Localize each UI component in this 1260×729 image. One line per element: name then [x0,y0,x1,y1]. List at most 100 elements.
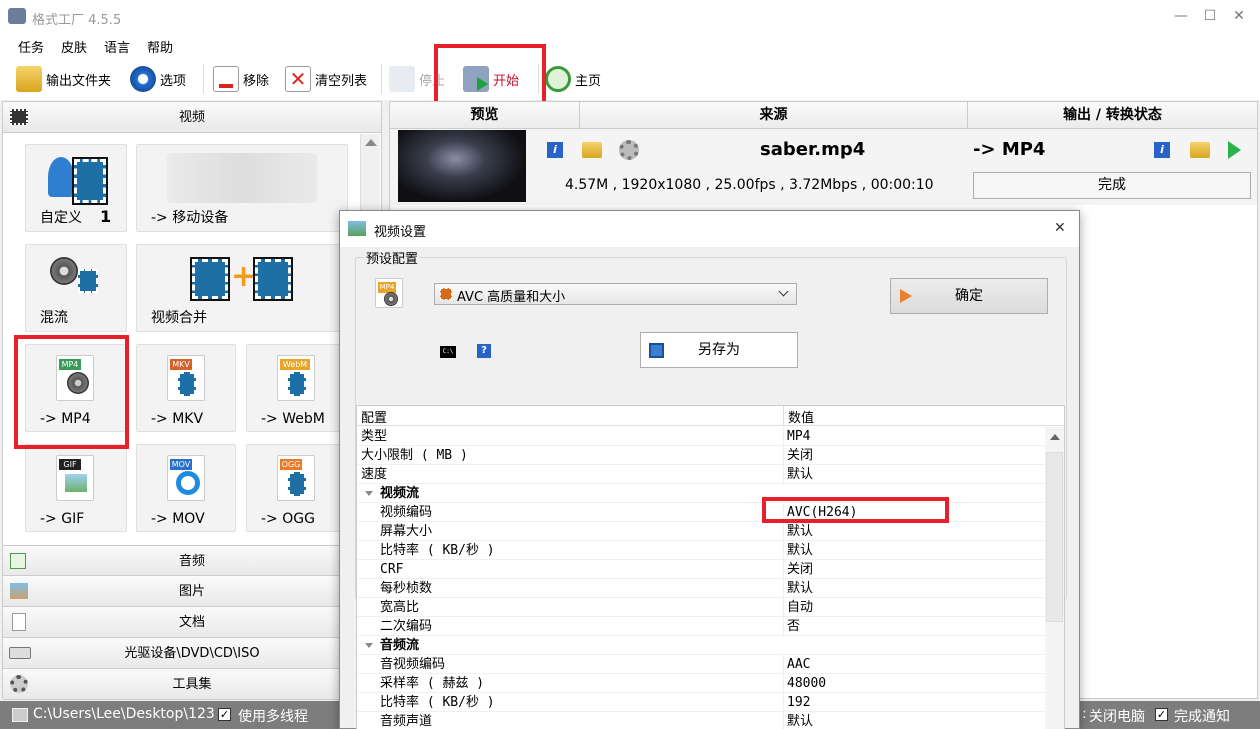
tools-category-header[interactable]: 工具集 [3,669,381,700]
dialog-picture-icon [348,221,366,236]
output-info-icon[interactable]: i [1154,142,1170,158]
audio-category-header[interactable]: 音频 [3,545,381,576]
image-category-header[interactable]: 图片 [3,576,381,607]
settings-row[interactable]: 屏幕大小 默认 [357,522,1045,541]
column-source[interactable]: 来源 [580,102,968,129]
home-button[interactable]: 主页 [545,64,601,94]
dialog-title-bar: 视频设置 ✕ [340,211,1079,247]
setting-value[interactable]: AAC [787,655,810,674]
settings-row[interactable]: CRF 关闭 [357,560,1045,579]
settings-row[interactable]: 采样率 ( 赫兹 ) 48000 [357,674,1045,693]
setting-key: 音视频编码 [380,657,446,672]
toolbar-separator [381,64,382,94]
custom-badge: 1 [100,207,112,226]
remove-button[interactable]: 移除 [213,64,269,94]
settings-row[interactable]: 二次编码 否 [357,617,1045,636]
save-as-button[interactable]: 另存为 [640,332,798,368]
menu-task[interactable]: 任务 [18,37,44,56]
multithread-checkbox[interactable]: ✓ [218,706,231,722]
settings-row[interactable]: 大小限制 ( MB ) 关闭 [357,446,1045,465]
setting-value[interactable]: 关闭 [787,446,813,465]
setting-key: 比特率 ( KB/秒 ) [380,543,495,558]
setting-value[interactable]: MP4 [787,427,810,446]
setting-value[interactable]: 默认 [787,465,813,484]
notify-checkbox[interactable]: ✓ [1155,706,1168,722]
clear-list-button[interactable]: ✕ 清空列表 [285,64,367,94]
settings-row[interactable]: 比特率 ( KB/秒 ) 默认 [357,541,1045,560]
settings-gear-icon[interactable] [619,140,639,160]
settings-row[interactable]: 音频声道 默认 [357,712,1045,729]
maximize-button[interactable]: ☐ [1200,6,1220,26]
output-folder-button[interactable]: 输出文件夹 [16,64,111,94]
setting-key: 比特率 ( KB/秒 ) [380,695,495,710]
output-folder-icon[interactable] [1190,142,1210,158]
chevron-down-icon [778,286,789,297]
close-window-button[interactable]: ✕ [1229,6,1249,26]
settings-row[interactable]: 宽高比 自动 [357,598,1045,617]
settings-row[interactable]: 速度 默认 [357,465,1045,484]
collapse-triangle-icon[interactable] [365,643,373,648]
document-category-header[interactable]: 文档 [3,607,381,638]
arrow-right-icon [900,289,912,303]
tile-gif[interactable]: GIF -> GIF [25,444,127,532]
setting-value[interactable]: 48000 [787,674,826,693]
tile-mkv[interactable]: MKV -> MKV [136,344,236,432]
toolbar: 输出文件夹 选项 移除 ✕ 清空列表 停止 开始 主页 [0,58,1260,100]
tile-mobile[interactable]: -> 移动设备 [136,144,348,232]
gif-file-icon: GIF [56,455,94,501]
folder-icon[interactable] [582,142,602,158]
preset-value: AVC 高质量和大小 [457,290,566,305]
ok-button[interactable]: 确定 [890,278,1048,314]
column-output[interactable]: 输出 / 转换状态 [968,102,1257,129]
clear-x-icon: ✕ [285,66,311,92]
tile-webm[interactable]: WebM -> WebM [246,344,346,432]
grid-scrollbar[interactable] [1045,427,1064,729]
tile-mux[interactable]: 混流 [25,244,127,332]
setting-key: 宽高比 [380,600,420,615]
video-category-header[interactable]: 视频 [3,102,381,133]
menu-skin[interactable]: 皮肤 [61,37,87,56]
disc-category-header[interactable]: 光驱设备\DVD\CD\ISO [3,638,381,669]
scroll-up-icon[interactable] [365,139,377,146]
task-row[interactable]: i saber.mp4 4.57M , 1920x1080 , 25.00fps… [390,129,1257,205]
grid-scroll-thumb[interactable] [1046,452,1063,622]
setting-value[interactable]: 192 [787,693,810,712]
tile-ogg[interactable]: OGG -> OGG [246,444,346,532]
settings-row[interactable]: 比特率 ( KB/秒 ) 192 [357,693,1045,712]
menu-language[interactable]: 语言 [104,37,130,56]
grid-scroll-up-icon[interactable] [1050,434,1060,440]
options-button[interactable]: 选项 [130,64,186,94]
help-icon[interactable]: ? [477,344,491,358]
tile-join[interactable]: + 视频合并 [136,244,348,332]
setting-key: 音频流 [380,638,420,653]
setting-key: 视频编码 [380,505,433,520]
window-title: 格式工厂 4.5.5 [32,13,122,28]
settings-section[interactable]: 音频流 [357,636,1045,655]
setting-value[interactable]: 关闭 [787,560,813,579]
setting-key: CRF [380,562,404,577]
highlight-video-codec [762,497,949,523]
info-icon[interactable]: i [547,142,563,158]
settings-row[interactable]: 每秒桢数 默认 [357,579,1045,598]
tile-custom[interactable]: 1 自定义 [25,144,127,232]
menu-help[interactable]: 帮助 [147,37,173,56]
setting-value[interactable]: 默认 [787,522,813,541]
settings-row[interactable]: 类型 MP4 [357,427,1045,446]
column-preview[interactable]: 预览 [390,102,580,129]
dialog-close-button[interactable]: ✕ [1054,220,1066,236]
setting-key: 速度 [361,467,388,482]
setting-value[interactable]: 默认 [787,712,813,729]
preset-select[interactable]: AVC 高质量和大小 [434,283,797,305]
minimize-button[interactable]: — [1171,6,1191,26]
folder-icon [16,66,42,92]
play-icon[interactable] [1228,141,1241,159]
settings-row[interactable]: 音视频编码 AAC [357,655,1045,674]
collapse-triangle-icon[interactable] [365,491,373,496]
tile-mov[interactable]: MOV -> MOV [136,444,236,532]
command-line-icon[interactable]: C:\ [440,346,456,358]
picture-icon [10,583,28,599]
setting-value[interactable]: 默认 [787,579,813,598]
setting-value[interactable]: 否 [787,617,800,636]
setting-value[interactable]: 默认 [787,541,813,560]
setting-value[interactable]: 自动 [787,598,813,617]
